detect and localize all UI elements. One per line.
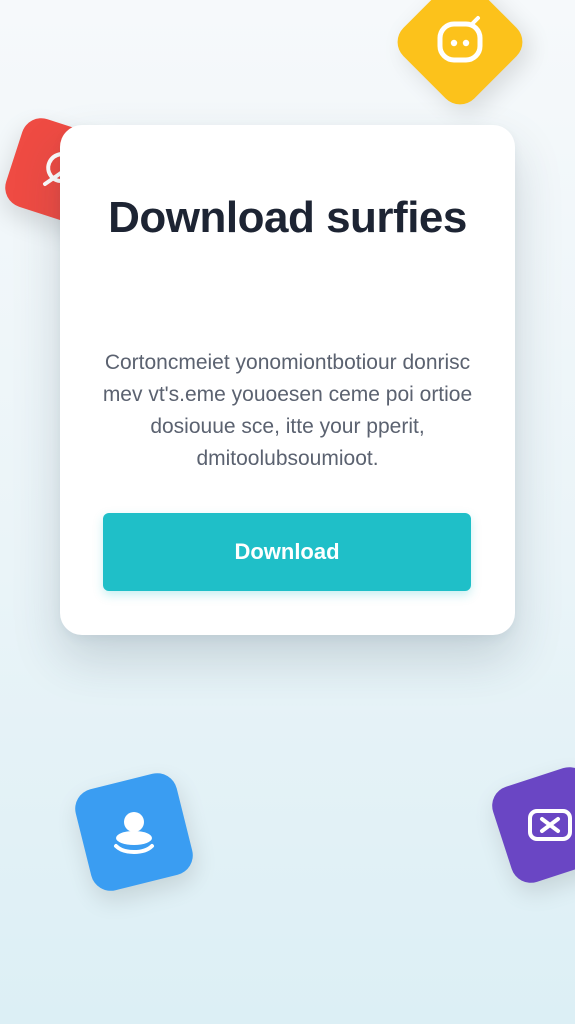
download-button[interactable]: Download: [103, 513, 471, 591]
download-card: Download surfies Cortoncmeiet yonomiontb…: [60, 125, 515, 635]
card-title: Download surfies: [108, 193, 467, 242]
blue-app-icon: [70, 768, 198, 896]
purple-app-icon: [486, 761, 575, 889]
card-description: Cortoncmeiet yonomiontbotiour donrisc me…: [102, 351, 473, 470]
chat-app-icon: [389, 0, 531, 113]
